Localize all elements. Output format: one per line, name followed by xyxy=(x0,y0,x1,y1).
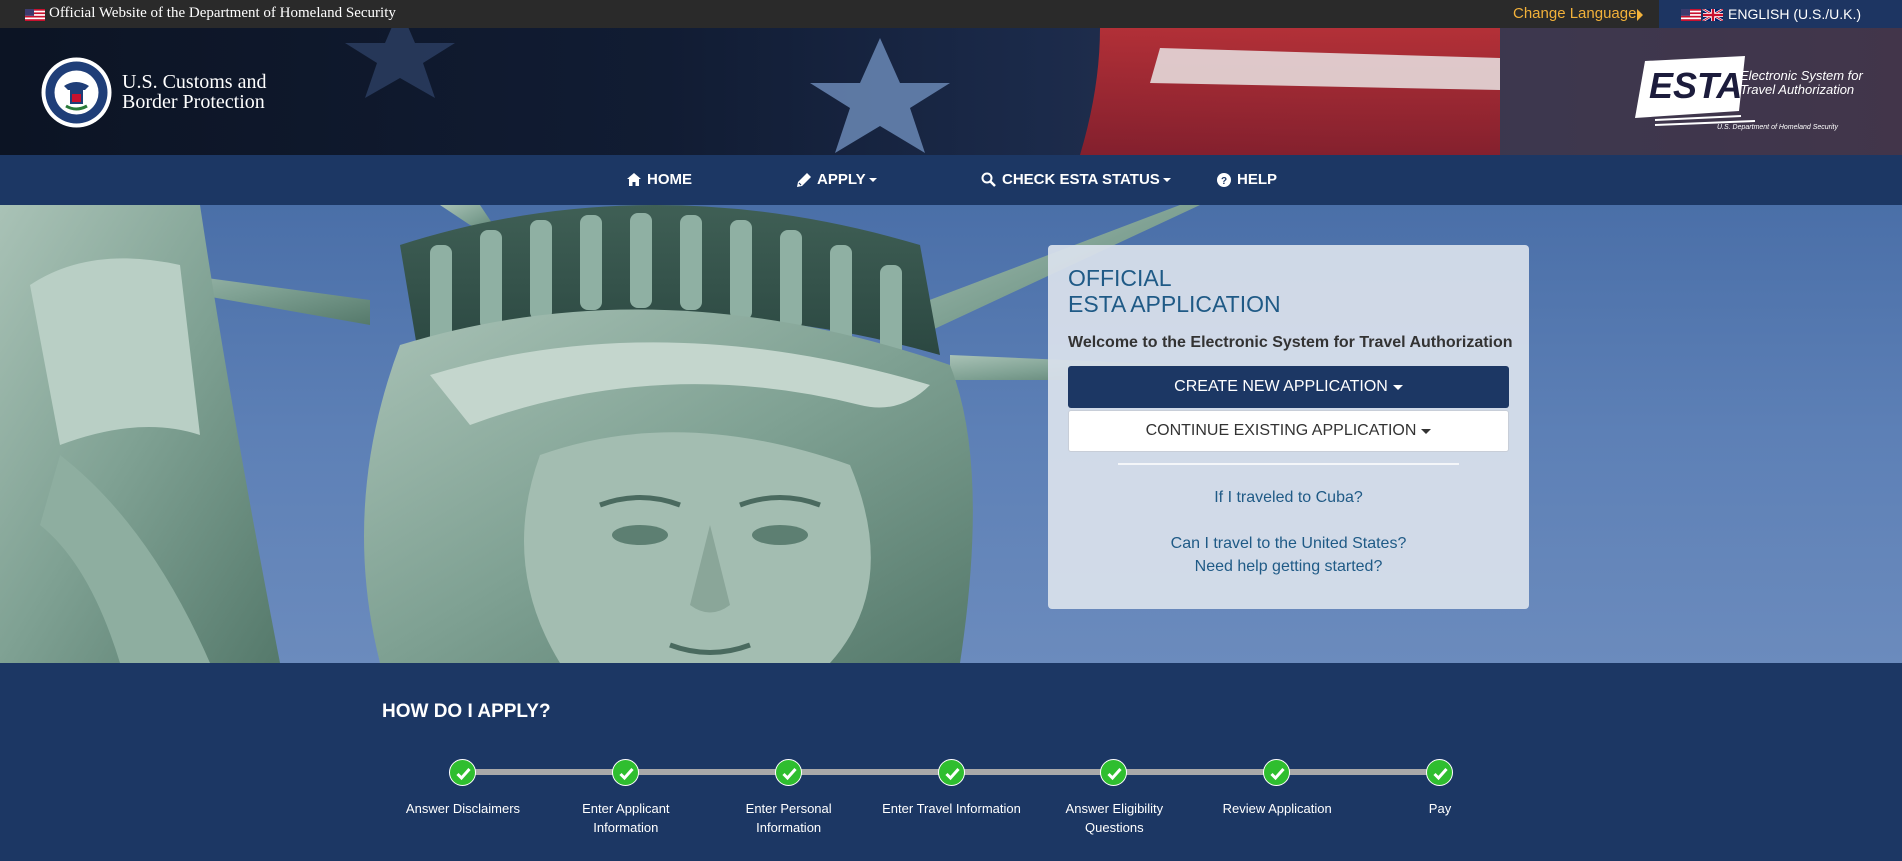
how-do-i-apply-title: HOW DO I APPLY? xyxy=(382,701,551,722)
esta-logo: ESTA Electronic System for Travel Author… xyxy=(1635,56,1863,131)
step-label-line2: Questions xyxy=(1085,820,1144,835)
chevron-down-icon xyxy=(1421,428,1432,434)
search-icon xyxy=(981,172,996,187)
step-label-line1: Enter Travel Information xyxy=(882,801,1021,816)
step-label: Pay xyxy=(1365,799,1515,818)
step-complete-icon xyxy=(1426,759,1453,786)
can-i-travel-link[interactable]: Can I travel to the United States? xyxy=(1048,535,1529,553)
checkmark-icon xyxy=(944,768,960,781)
need-help-link[interactable]: Need help getting started? xyxy=(1048,558,1529,576)
create-new-application-label: CREATE NEW APPLICATION xyxy=(1174,378,1388,395)
card-divider xyxy=(1118,463,1459,465)
chevron-down-icon xyxy=(1162,177,1171,182)
card-title-line2: ESTA APPLICATION xyxy=(1068,291,1281,317)
step-label-line1: Pay xyxy=(1428,801,1452,816)
nav-apply[interactable]: APPLY xyxy=(797,171,877,188)
continue-existing-application-label: CONTINUE EXISTING APPLICATION xyxy=(1145,422,1417,439)
flag-background xyxy=(345,28,1902,155)
dhs-seal-logo xyxy=(41,57,112,128)
nav-help-label: HELP xyxy=(1237,171,1278,188)
svg-text:?: ? xyxy=(1221,176,1227,187)
chevron-down-icon xyxy=(868,177,877,182)
site-header: U.S. Customs and Border Protection ESTA … xyxy=(0,28,1902,155)
step-label-line1: Enter Personal xyxy=(745,801,832,816)
agency-name-line1: U.S. Customs and xyxy=(122,71,267,93)
step-label-line2: Information xyxy=(756,820,822,835)
agency-name-line2: Border Protection xyxy=(122,91,265,113)
esta-tagline-line1: Electronic System for xyxy=(1740,68,1863,83)
welcome-text: Welcome to the Electronic System for Tra… xyxy=(1068,334,1513,351)
nav-help[interactable]: ? HELP xyxy=(1217,171,1277,188)
checkmark-icon xyxy=(1107,768,1122,781)
statue-of-liberty-image xyxy=(0,205,1200,663)
gov-banner: Official Website of the Department of Ho… xyxy=(0,0,1902,28)
language-label: ENGLISH (U.S./U.K.) xyxy=(1728,6,1862,22)
cuba-travel-link[interactable]: If I traveled to Cuba? xyxy=(1048,489,1529,507)
step-label: Review Application xyxy=(1202,799,1352,818)
step-complete-icon xyxy=(1100,759,1128,786)
esta-logo-text: ESTA xyxy=(1649,65,1742,106)
checkmark-icon xyxy=(782,768,797,781)
main-nav: HOME APPLY CHECK ESTA STATUS ? HELP xyxy=(0,155,1902,205)
step-label-line1: Review Application xyxy=(1222,801,1332,816)
step-complete-icon xyxy=(449,759,476,786)
agency-name: U.S. Customs and Border Protection xyxy=(122,72,266,112)
chevron-down-icon xyxy=(1392,384,1403,390)
nav-home-label: HOME xyxy=(647,171,692,188)
step-label: Answer Disclaimers xyxy=(388,799,538,818)
step-label: Enter Travel Information xyxy=(877,799,1027,818)
nav-check-status-label: CHECK ESTA STATUS xyxy=(1002,171,1160,188)
language-selector[interactable]: ENGLISH (U.S./U.K.) xyxy=(1659,0,1902,28)
nav-home[interactable]: HOME xyxy=(627,171,692,188)
pencil-icon xyxy=(797,172,811,187)
checkmark-icon xyxy=(456,768,471,781)
hero-banner xyxy=(0,205,1902,663)
step-label: Enter Personal Information xyxy=(714,799,864,837)
step-complete-icon xyxy=(774,759,802,786)
question-circle-icon: ? xyxy=(1217,172,1231,187)
step-complete-icon xyxy=(937,759,965,786)
us-uk-flags-icon xyxy=(1681,9,1723,21)
how-do-i-apply-section: HOW DO I APPLY? Answer Disclaimers Enter … xyxy=(0,663,1902,861)
create-new-application-button[interactable]: CREATE NEW APPLICATION xyxy=(1068,366,1509,408)
esta-tagline-line2: Travel Authorization xyxy=(1740,82,1854,97)
esta-application-card: OFFICIAL ESTA APPLICATION Welcome to the… xyxy=(1048,245,1529,609)
card-title: OFFICIAL ESTA APPLICATION xyxy=(1068,265,1281,317)
nav-apply-label: APPLY xyxy=(817,171,866,188)
step-label-line1: Answer Disclaimers xyxy=(405,801,521,816)
step-label: Enter Applicant Information xyxy=(551,799,701,837)
step-label-line1: Answer Eligibility xyxy=(1065,801,1164,816)
checkmark-icon xyxy=(619,768,634,781)
caret-right-icon xyxy=(1637,9,1643,21)
continue-existing-application-button[interactable]: CONTINUE EXISTING APPLICATION xyxy=(1068,410,1509,452)
card-title-line1: OFFICIAL xyxy=(1068,265,1172,291)
gov-banner-text: Official Website of the Department of Ho… xyxy=(49,5,396,21)
step-label-line2: Information xyxy=(593,820,659,835)
change-language-link[interactable]: Change Language xyxy=(1513,5,1636,22)
step-complete-icon xyxy=(1263,759,1291,786)
home-icon xyxy=(627,173,641,186)
step-label: Answer Eligibility Questions xyxy=(1039,799,1189,837)
esta-dept-text: U.S. Department of Homeland Security xyxy=(1717,124,1838,131)
us-flag-icon xyxy=(25,9,45,21)
checkmark-icon xyxy=(1270,768,1285,781)
step-complete-icon xyxy=(611,759,639,786)
checkmark-icon xyxy=(1433,768,1448,781)
nav-check-status[interactable]: CHECK ESTA STATUS xyxy=(981,171,1171,188)
step-label-line1: Enter Applicant xyxy=(582,801,670,816)
